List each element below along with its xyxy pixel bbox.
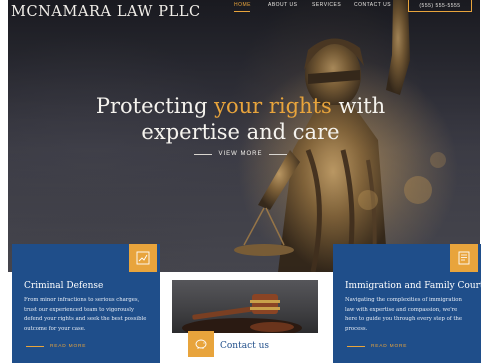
view-more-line-left	[194, 153, 213, 155]
card-description: Navigating the complexities of immigrati…	[345, 297, 463, 332]
nav-services[interactable]: SERVICES	[312, 2, 341, 8]
headline-accent: your rights	[214, 94, 332, 118]
nav-about-us[interactable]: ABOUT US	[268, 2, 297, 8]
read-more-link[interactable]: READ MORE	[26, 344, 86, 349]
card-immigration-family-court[interactable]: Immigration and Family Court Navigating …	[333, 244, 481, 363]
view-more-button[interactable]: VIEW MORE	[0, 151, 481, 157]
card-criminal-defense[interactable]: Criminal Defense From minor infractions …	[12, 244, 160, 363]
headline-part-2: with	[331, 94, 386, 118]
headline-part-1: Protecting	[95, 94, 215, 118]
card-title[interactable]: Contact us	[220, 341, 269, 351]
headline-line-2: expertise and care	[141, 120, 340, 144]
view-more-line-right	[268, 153, 287, 155]
phone-cta-button[interactable]: (555) 555-5555	[408, 0, 472, 12]
card-title: Criminal Defense	[24, 281, 104, 291]
site-logo[interactable]: MCNAMARA LAW PLLC	[11, 4, 201, 20]
chart-icon	[129, 244, 157, 272]
piggy-bank-icon	[188, 331, 214, 357]
card-description: From minor infractions to serious charge…	[24, 297, 147, 332]
document-icon	[450, 244, 478, 272]
view-more-label: VIEW MORE	[218, 151, 263, 157]
read-more-label: READ MORE	[371, 344, 408, 349]
gavel-image	[172, 280, 318, 333]
read-more-line	[347, 346, 365, 347]
nav-home[interactable]: HOME	[234, 2, 251, 8]
hero-headline: Protecting your rights with expertise an…	[0, 93, 481, 145]
read-more-link[interactable]: READ MORE	[347, 344, 407, 349]
read-more-line	[26, 346, 44, 347]
card-title: Immigration and Family Court	[345, 281, 481, 291]
nav-contact-us[interactable]: CONTACT US	[354, 2, 391, 8]
nav-active-underline	[234, 11, 250, 12]
read-more-label: READ MORE	[50, 344, 87, 349]
